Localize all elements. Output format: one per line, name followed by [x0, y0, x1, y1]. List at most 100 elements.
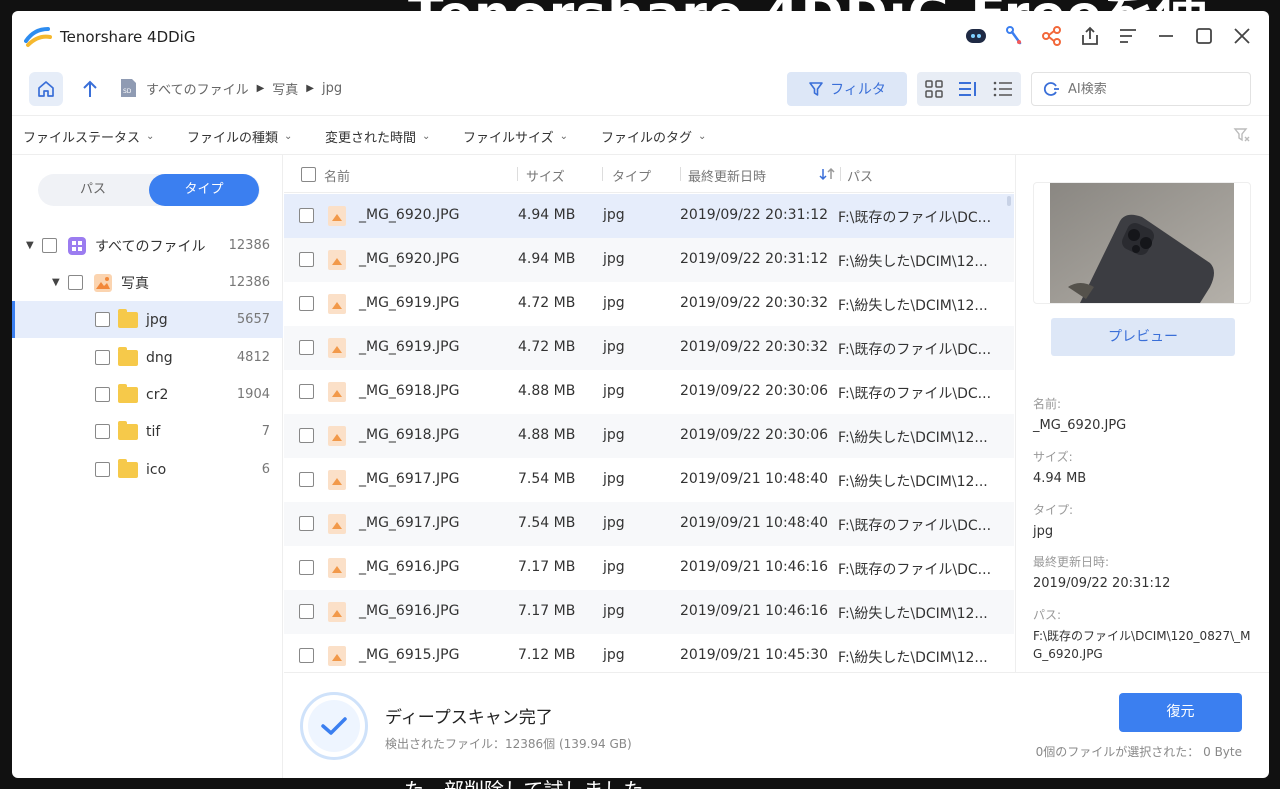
- row-checkbox[interactable]: [299, 384, 314, 399]
- meta-type-label: タイプ:: [1033, 503, 1074, 517]
- column-header-size[interactable]: サイズ: [526, 166, 565, 185]
- table-scrollbar[interactable]: [1007, 196, 1011, 206]
- filter-file-status[interactable]: ファイルステータス ⌄: [23, 127, 154, 146]
- tree-item-photos[interactable]: ▼ 写真 12386: [12, 264, 283, 301]
- tab-type[interactable]: タイプ: [149, 174, 259, 206]
- search-input[interactable]: [1068, 81, 1228, 97]
- table-row[interactable]: _MG_6917.JPG 7.54 MB jpg 2019/09/21 10:48:4…: [284, 502, 1014, 546]
- cell-path: F:\既存のファイル\DC...: [838, 386, 992, 402]
- cell-name: _MG_6917.JPG: [359, 471, 460, 487]
- cell-modified: 2019/09/22 20:30:32: [680, 295, 829, 311]
- checkbox[interactable]: [68, 275, 83, 290]
- table-row[interactable]: _MG_6918.JPG 4.88 MB jpg 2019/09/22 20:30:0…: [284, 414, 1014, 458]
- table-row[interactable]: _MG_6919.JPG 4.72 MB jpg 2019/09/22 20:30:3…: [284, 326, 1014, 370]
- column-divider[interactable]: [602, 167, 603, 181]
- home-button[interactable]: [29, 72, 63, 106]
- detail-view-icon[interactable]: [957, 79, 979, 99]
- row-checkbox[interactable]: [299, 428, 314, 443]
- sidebar: パス タイプ ▼ すべてのファイル 12386 ▼ 写真 12386 jpg 5…: [12, 155, 283, 778]
- image-file-icon: [328, 250, 346, 270]
- cell-name: _MG_6919.JPG: [359, 339, 460, 355]
- breadcrumb-separator-icon: ▶: [306, 82, 314, 94]
- row-checkbox[interactable]: [299, 604, 314, 619]
- table-row[interactable]: _MG_6918.JPG 4.88 MB jpg 2019/09/22 20:30:0…: [284, 370, 1014, 414]
- minimize-icon[interactable]: [1153, 23, 1179, 49]
- column-divider[interactable]: [517, 167, 518, 181]
- search-box[interactable]: [1031, 72, 1251, 106]
- row-checkbox[interactable]: [299, 472, 314, 487]
- caret-down-icon[interactable]: ▼: [52, 277, 64, 288]
- ai-search-icon: [1043, 82, 1059, 96]
- tree-item-dng[interactable]: dng 4812: [12, 339, 283, 376]
- clear-filter-icon[interactable]: [1233, 126, 1251, 144]
- wrench-icon[interactable]: [1001, 23, 1027, 49]
- tree-item-count: 12386: [228, 238, 270, 253]
- filter-file-type[interactable]: ファイルの種類 ⌄: [187, 127, 292, 146]
- checkbox[interactable]: [95, 387, 110, 402]
- close-icon[interactable]: [1229, 23, 1255, 49]
- column-divider[interactable]: [680, 167, 681, 181]
- table-row[interactable]: _MG_6916.JPG 7.17 MB jpg 2019/09/21 10:46:1…: [284, 590, 1014, 634]
- preview-button[interactable]: プレビュー: [1051, 318, 1235, 356]
- filter-file-size-label: ファイルサイズ: [463, 131, 554, 146]
- up-button[interactable]: [78, 75, 102, 103]
- checkbox[interactable]: [95, 424, 110, 439]
- tree-item-all-files[interactable]: ▼ すべてのファイル 12386: [12, 227, 283, 264]
- checkbox[interactable]: [95, 350, 110, 365]
- checkmark-icon: [321, 717, 347, 735]
- tree-item-tif[interactable]: tif 7: [12, 413, 283, 450]
- filter-file-size[interactable]: ファイルサイズ ⌄: [463, 127, 568, 146]
- cell-name: _MG_6919.JPG: [359, 295, 460, 311]
- column-header-type[interactable]: タイプ: [612, 166, 651, 185]
- breadcrumb-item-photos[interactable]: 写真: [272, 79, 298, 98]
- filter-file-type-label: ファイルの種類: [187, 131, 279, 146]
- checkbox[interactable]: [42, 238, 57, 253]
- tree-item-jpg[interactable]: jpg 5657: [12, 301, 283, 338]
- select-all-checkbox[interactable]: [301, 167, 316, 182]
- checkbox[interactable]: [95, 312, 110, 327]
- cell-size: 7.17 MB: [518, 559, 576, 575]
- checkbox[interactable]: [95, 462, 110, 477]
- column-header-modified[interactable]: 最終更新日時: [688, 166, 766, 185]
- table-row[interactable]: _MG_6917.JPG 7.54 MB jpg 2019/09/21 10:48:4…: [284, 458, 1014, 502]
- column-divider[interactable]: [840, 167, 841, 181]
- table-row[interactable]: _MG_6915.JPG 7.12 MB jpg 2019/09/21 10:45:3…: [284, 634, 1014, 672]
- chevron-down-icon: ⌄: [422, 131, 431, 142]
- row-checkbox[interactable]: [299, 648, 314, 663]
- row-checkbox[interactable]: [299, 340, 314, 355]
- column-header-name[interactable]: 名前: [324, 166, 350, 185]
- row-checkbox[interactable]: [299, 208, 314, 223]
- filter-modified-time[interactable]: 変更された時間 ⌄: [325, 127, 430, 146]
- tree-item-cr2[interactable]: cr2 1904: [12, 376, 283, 413]
- chevron-down-icon: ⌄: [559, 131, 569, 142]
- row-checkbox[interactable]: [299, 516, 314, 531]
- robot-icon[interactable]: [963, 23, 989, 49]
- cell-modified: 2019/09/21 10:45:30: [680, 647, 829, 663]
- table-row[interactable]: _MG_6916.JPG 7.17 MB jpg 2019/09/21 10:46:1…: [284, 546, 1014, 590]
- restore-button[interactable]: 復元: [1119, 693, 1242, 732]
- menu-icon[interactable]: [1115, 23, 1141, 49]
- row-checkbox[interactable]: [299, 296, 314, 311]
- filter-file-tag[interactable]: ファイルのタグ ⌄: [601, 127, 706, 146]
- table-row[interactable]: _MG_6920.JPG 4.94 MB jpg 2019/09/22 20:31:1…: [284, 238, 1014, 282]
- table-row[interactable]: _MG_6919.JPG 4.72 MB jpg 2019/09/22 20:30:3…: [284, 282, 1014, 326]
- maximize-icon[interactable]: [1191, 23, 1217, 49]
- column-header-path[interactable]: パス: [847, 166, 873, 185]
- tree-item-ico[interactable]: ico 6: [12, 451, 283, 488]
- sort-icon[interactable]: [818, 167, 836, 181]
- filter-button[interactable]: フィルタ: [787, 72, 907, 106]
- caret-down-icon[interactable]: ▼: [26, 240, 38, 251]
- breadcrumb-item-jpg[interactable]: jpg: [322, 81, 342, 96]
- upload-icon[interactable]: [1077, 23, 1103, 49]
- tree-item-label: cr2: [146, 386, 169, 403]
- cell-name: _MG_6915.JPG: [359, 647, 460, 663]
- list-view-icon[interactable]: [992, 79, 1014, 99]
- table-row[interactable]: _MG_6920.JPG 4.94 MB jpg 2019/09/22 20:31:1…: [284, 194, 1014, 238]
- row-checkbox[interactable]: [299, 252, 314, 267]
- preview-thumbnail: [1033, 182, 1251, 304]
- breadcrumb-item-all-files[interactable]: すべてのファイル: [146, 79, 249, 98]
- tab-path[interactable]: パス: [38, 174, 148, 206]
- grid-view-icon[interactable]: [924, 79, 944, 99]
- row-checkbox[interactable]: [299, 560, 314, 575]
- share-icon[interactable]: [1039, 23, 1065, 49]
